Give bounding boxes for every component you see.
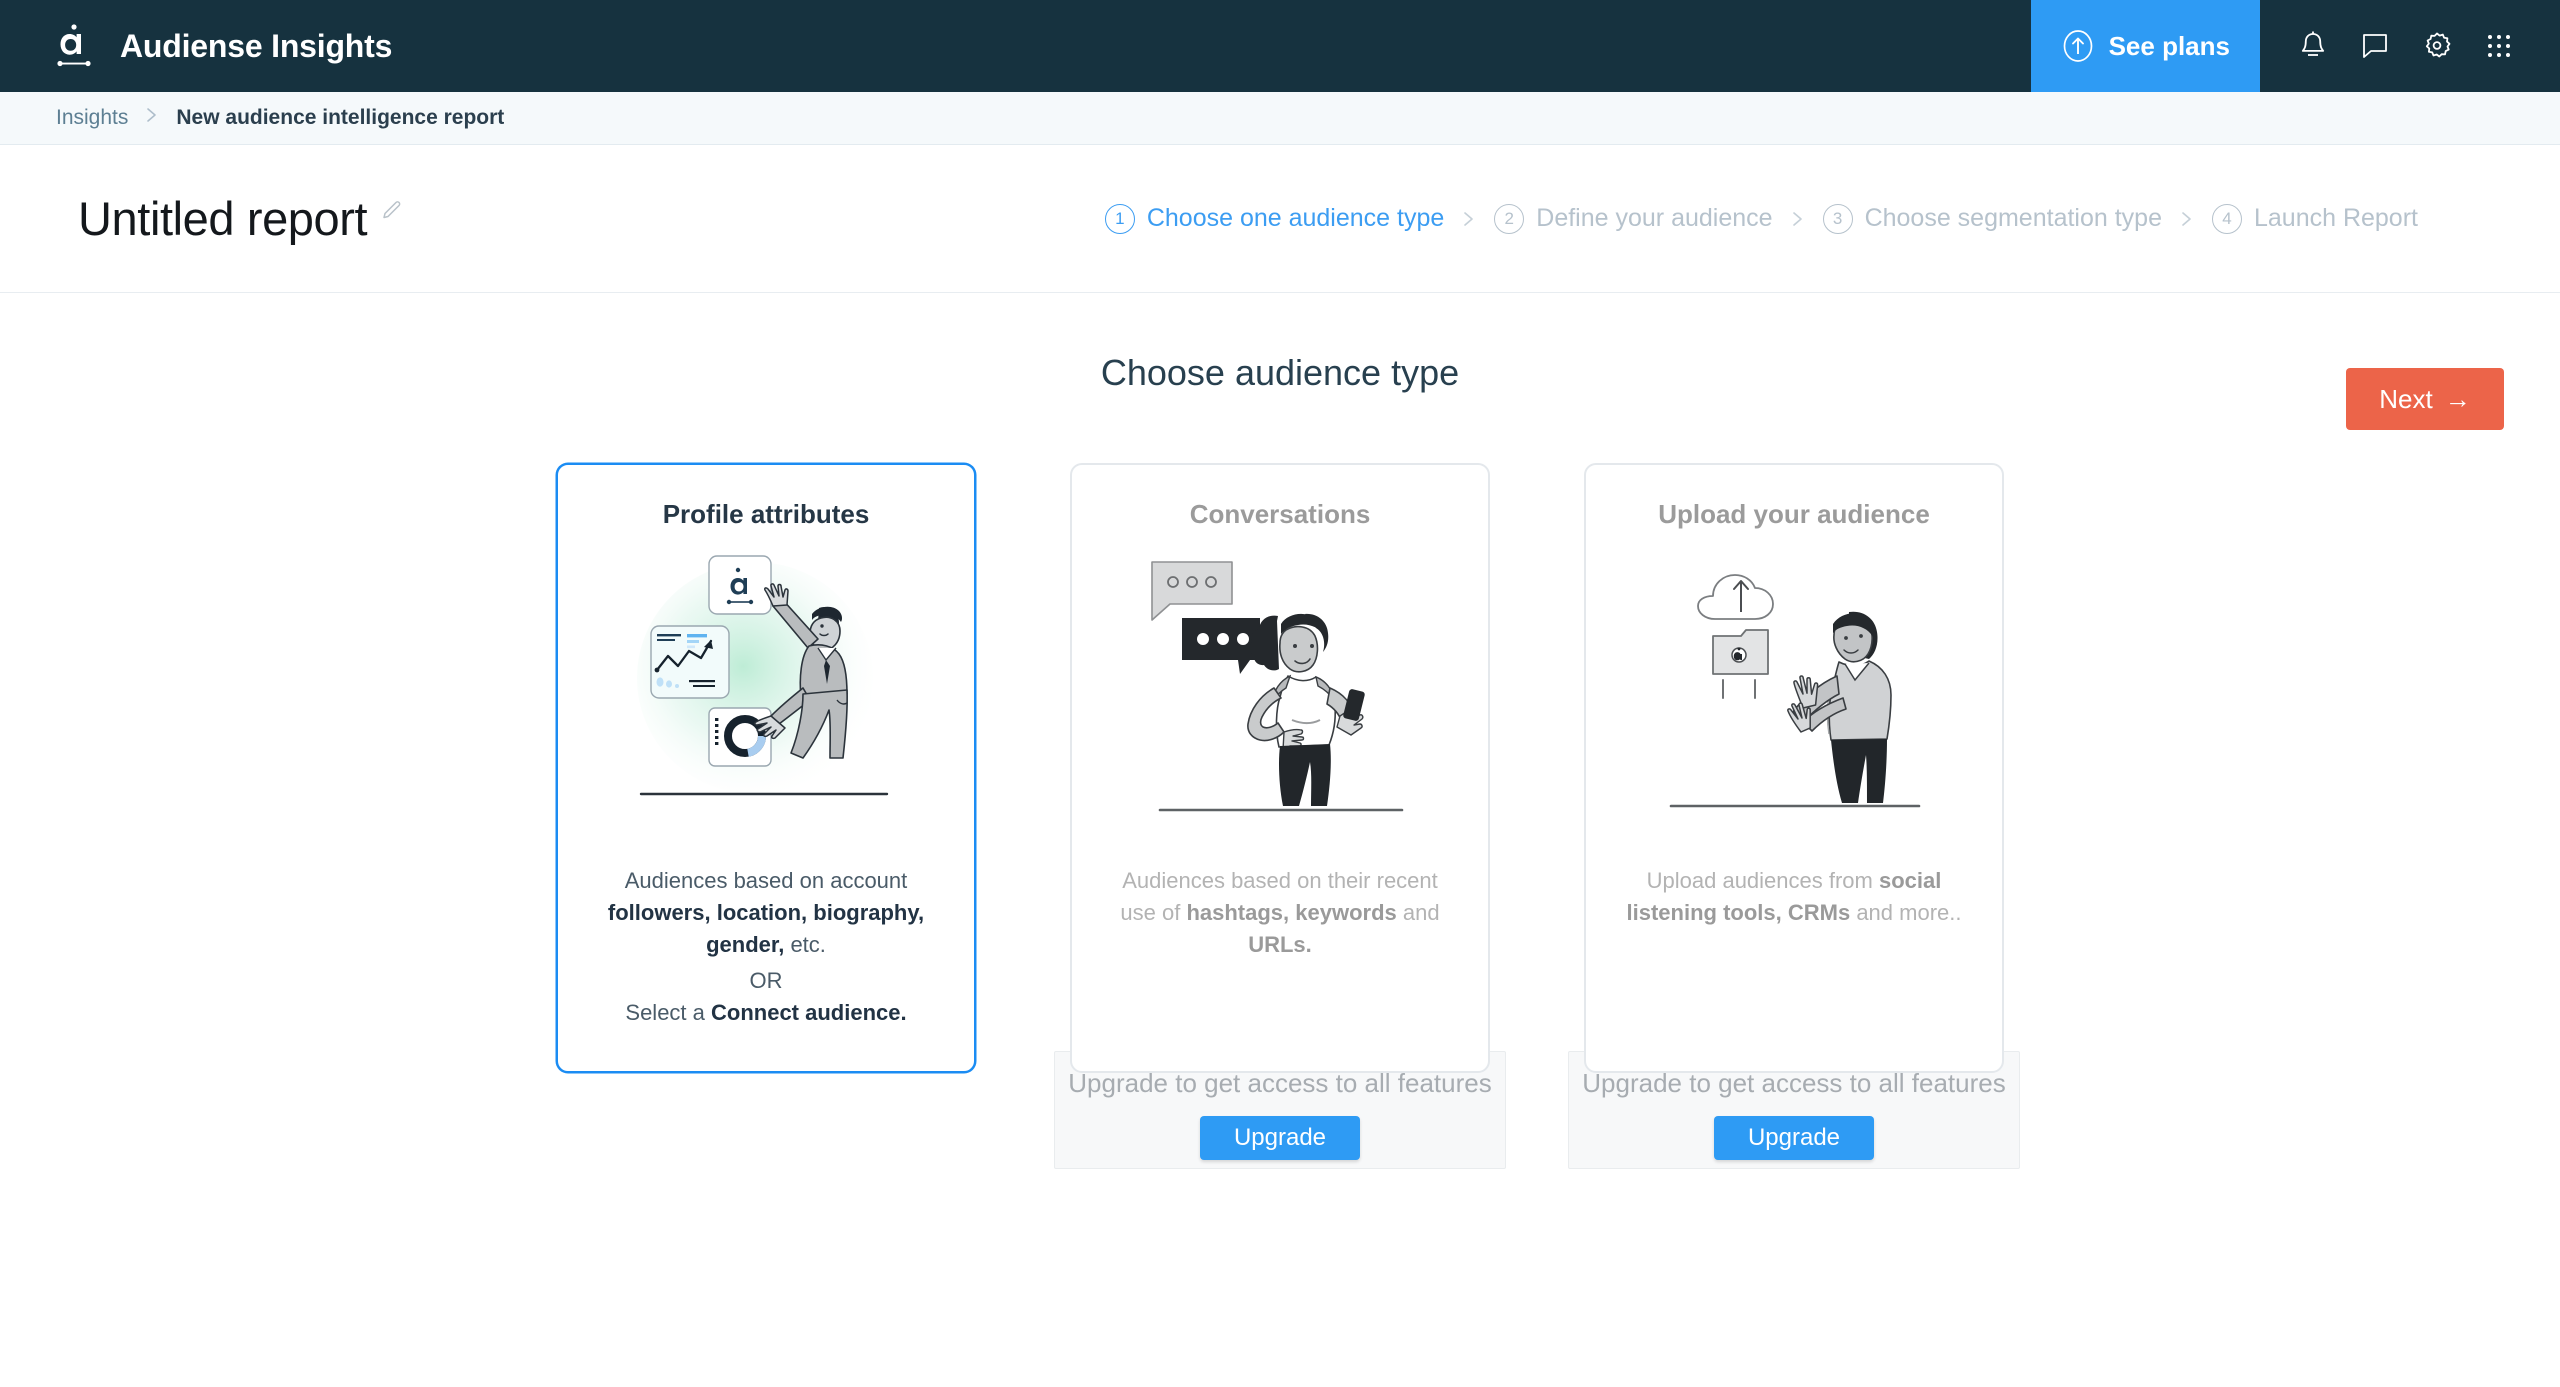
- main-content: Choose audience type Next → Profile attr…: [0, 293, 2560, 1387]
- report-header: Untitled report 1 Choose one audience ty…: [0, 145, 2560, 293]
- man-pointing-at-data-cards-illustration: [623, 543, 909, 843]
- wizard-step-1[interactable]: 1 Choose one audience type: [1104, 203, 1445, 234]
- top-navigation-bar: Audiense Insights See plans: [0, 0, 2560, 92]
- topnav-icon-group: [2260, 0, 2560, 92]
- desc-line-1-bold: social: [1878, 868, 1942, 893]
- card-title-conversations: Conversations: [1189, 499, 1371, 529]
- wizard-step-4-number: 4: [2211, 203, 2242, 234]
- upgrade-message: Upgrade to get access to all features: [1582, 1068, 2006, 1098]
- breadcrumb-current-page: New audience intelligence report: [176, 106, 505, 129]
- desc-line-2-bold: listening tools, CRMs: [1626, 899, 1851, 925]
- wizard-steps: 1 Choose one audience type 2 Define your…: [1104, 203, 2504, 234]
- step-separator-chevron-icon: [2180, 208, 2194, 230]
- upgrade-button-conversations[interactable]: Upgrade: [1200, 1116, 1360, 1160]
- wizard-step-2-label: Define your audience: [1536, 204, 1773, 232]
- brand-name: Audiense Insights: [120, 27, 393, 64]
- wizard-step-1-label: Choose one audience type: [1146, 204, 1445, 232]
- next-button-label: Next: [2379, 383, 2433, 414]
- card-description-profile-attributes: Audiences based on account followers, lo…: [584, 865, 948, 1028]
- next-button[interactable]: Next →: [2346, 368, 2504, 430]
- brand-home-link[interactable]: Audiense Insights: [0, 0, 392, 92]
- upgrade-message: Upgrade to get access to all features: [1068, 1068, 1492, 1098]
- see-plans-button[interactable]: See plans: [2030, 0, 2260, 92]
- card-title-profile-attributes: Profile attributes: [662, 499, 870, 529]
- card-column-upload-your-audience: Upload your audience Upload audiences fr…: [1568, 463, 2020, 1169]
- see-plans-label: See plans: [2108, 30, 2230, 61]
- wizard-step-1-number: 1: [1104, 203, 1135, 234]
- wizard-step-2-number: 2: [1494, 203, 1525, 234]
- step-separator-chevron-icon: [1791, 208, 1805, 230]
- audience-type-card-upload-your-audience[interactable]: Upload your audience Upload audiences fr…: [1584, 463, 2004, 1073]
- desc-line-1: Audiences based on their recent: [1122, 868, 1438, 893]
- page-title: Untitled report: [78, 192, 368, 245]
- chevron-right-icon: [145, 105, 159, 129]
- main-header-row: Choose audience type Next →: [0, 293, 2560, 443]
- wizard-step-4-label: Launch Report: [2253, 204, 2418, 232]
- audience-type-cards: Profile attributes Audiences based on ac…: [0, 443, 2560, 1169]
- arrow-right-icon: →: [2444, 384, 2471, 414]
- desc-line-1-plain: Upload audiences from: [1646, 868, 1879, 893]
- audiense-logo-icon: [54, 22, 98, 70]
- step-separator-chevron-icon: [1462, 208, 1476, 230]
- desc-line-2-bold: hashtags, keywords: [1186, 899, 1397, 925]
- card-description-conversations: Audiences based on their recent use of h…: [1098, 865, 1462, 961]
- arrow-up-circle-icon: [2061, 29, 2095, 63]
- upgrade-button-upload-your-audience[interactable]: Upgrade: [1714, 1116, 1874, 1160]
- woman-with-phone-and-speech-bubbles-illustration: [1140, 543, 1420, 843]
- desc-line-4: Select a Connect audience.: [598, 997, 934, 1029]
- notifications-bell-icon[interactable]: [2282, 0, 2344, 92]
- card-column-profile-attributes: Profile attributes Audiences based on ac…: [556, 463, 976, 1073]
- apps-grid-icon[interactable]: [2468, 0, 2530, 92]
- pencil-edit-icon[interactable]: [380, 195, 404, 223]
- breadcrumb: Insights New audience intelligence repor…: [0, 92, 2560, 145]
- wizard-step-3[interactable]: 3 Choose segmentation type: [1822, 203, 2162, 234]
- man-uploading-files-to-cloud-illustration: [1651, 543, 1937, 843]
- section-title: Choose audience type: [1100, 352, 1460, 393]
- breadcrumb-insights-link[interactable]: Insights: [56, 106, 128, 130]
- audience-type-card-conversations[interactable]: Conversations Audiences based on their r…: [1070, 463, 1490, 1073]
- wizard-step-3-label: Choose segmentation type: [1864, 204, 2162, 232]
- desc-line-1: Audiences based on account: [624, 868, 908, 893]
- desc-line-2-plain: and more..: [1850, 899, 1962, 925]
- desc-line-3-bold: URLs.: [1248, 931, 1312, 957]
- desc-line-3: etc.: [784, 931, 826, 957]
- card-column-conversations: Conversations Audiences based on their r…: [1054, 463, 1506, 1169]
- desc-line-2-plain-a: use of: [1120, 899, 1187, 925]
- desc-line-4-plain: Select a: [625, 999, 711, 1025]
- wizard-step-2[interactable]: 2 Define your audience: [1494, 203, 1773, 234]
- wizard-step-4[interactable]: 4 Launch Report: [2211, 203, 2418, 234]
- desc-line-2-bold: followers, location, biography,: [607, 899, 925, 925]
- report-title-group: Untitled report: [78, 195, 404, 242]
- desc-line-4-bold: Connect audience.: [711, 999, 907, 1025]
- desc-line-2-plain-b: and: [1396, 899, 1440, 925]
- desc-or-divider: OR: [749, 967, 783, 993]
- card-title-upload-your-audience: Upload your audience: [1658, 499, 1930, 529]
- settings-gear-icon[interactable]: [2406, 0, 2468, 92]
- wizard-step-3-number: 3: [1822, 203, 1853, 234]
- desc-line-3-bold: gender,: [706, 931, 785, 957]
- card-description-upload-your-audience: Upload audiences from social listening t…: [1612, 865, 1976, 929]
- chat-bubble-icon[interactable]: [2344, 0, 2406, 92]
- audience-type-card-profile-attributes[interactable]: Profile attributes Audiences based on ac…: [556, 463, 976, 1073]
